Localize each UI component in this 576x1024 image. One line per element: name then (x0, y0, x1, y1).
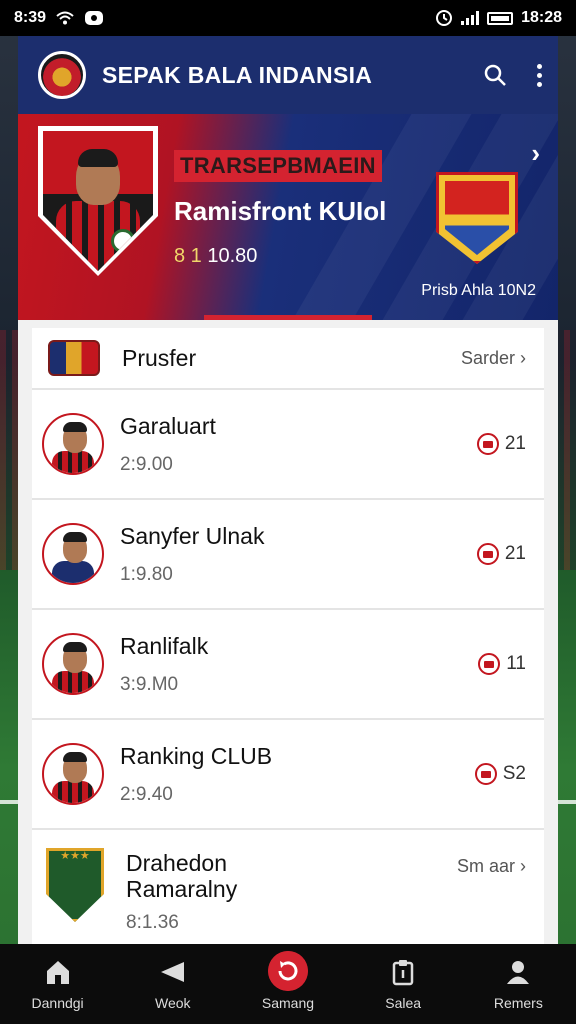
app-window: SEPAK BALA INDANSIA TRARSEPBMAEIN Ramisf… (18, 36, 558, 944)
player-meta: 3:9.M0 (120, 673, 179, 695)
signal-icon (461, 11, 480, 25)
avatar (42, 633, 104, 695)
status-time: 8:39 (14, 9, 47, 26)
nav-item-profile[interactable]: Remers (468, 957, 568, 1011)
list-item[interactable]: Sanyfer Ulnak 1:9.80 21 (32, 500, 544, 610)
search-icon[interactable] (483, 63, 507, 87)
avatar (42, 523, 104, 585)
list-header-action[interactable]: Sarder › (461, 348, 526, 369)
player-name: Ranlifalk (120, 632, 209, 659)
refresh-icon (267, 951, 308, 991)
list-item[interactable]: Ranlifalk 3:9.M0 11 (32, 610, 544, 720)
notification-icon (85, 11, 104, 25)
rank-icon (478, 653, 501, 675)
list-header-item[interactable]: Prusfer Sarder › (32, 328, 544, 390)
player-meta: 2:9.00 (120, 453, 173, 475)
avatar (42, 413, 104, 475)
club-badge-icon (48, 340, 100, 376)
status-bar: 8:39 18:28 (0, 0, 576, 36)
club-action[interactable]: Sm aar › (457, 856, 526, 877)
banner-player-name: Ramisfront KUIol (174, 196, 387, 226)
player-meta: 2:9.40 (120, 783, 173, 805)
player-rank: 21 (504, 543, 526, 564)
person-icon (507, 961, 530, 984)
club-meta: 8:1.36 (126, 912, 179, 933)
nav-item-salea[interactable]: Salea (353, 957, 453, 1011)
club-name-line2: Ramaralny (126, 876, 238, 902)
megaphone-icon (160, 962, 184, 982)
player-list: Prusfer Sarder › Garaluart 2:9.00 21 San… (18, 320, 558, 944)
chevron-right-icon[interactable]: › (531, 138, 540, 169)
banner-caption: Prisb Ahla 10N2 (421, 282, 536, 299)
status-time-right: 18:28 (521, 9, 562, 26)
rank-icon (476, 543, 499, 565)
transfer-banner[interactable]: TRARSEPBMAEIN Ramisfront KUIol 8 1 10.80… (18, 114, 558, 320)
list-item[interactable]: Garaluart 2:9.00 21 (32, 390, 544, 500)
list-item[interactable]: Ranking CLUB 2:9.40 S2 (32, 720, 544, 830)
player-name: Sanyfer Ulnak (120, 522, 265, 549)
player-name: Garaluart (120, 412, 216, 439)
player-name: Ranking CLUB (120, 742, 273, 769)
list-header-title: Prusfer (122, 344, 197, 371)
more-vertical-icon[interactable] (537, 63, 542, 87)
player-rank: S2 (502, 763, 526, 784)
banner-indicator (204, 315, 372, 320)
app-title: SEPAK BALA INDANSIA (102, 61, 373, 88)
nav-item-home[interactable]: Danndgi (8, 957, 108, 1011)
app-logo[interactable] (38, 51, 86, 99)
club-list-item[interactable]: ★★★ Drahedon Ramaralny 8:1.36 Sm aar › (32, 830, 544, 944)
clipboard-icon (392, 960, 414, 986)
player-rank: 21 (504, 433, 526, 454)
nav-item-news[interactable]: Weok (123, 957, 223, 1011)
player-meta: 1:9.80 (120, 563, 173, 585)
wifi-icon (56, 11, 74, 25)
battery-icon (487, 11, 514, 25)
rank-icon (476, 433, 499, 455)
avatar (42, 743, 104, 805)
alarm-icon (436, 10, 453, 26)
club-name-line1: Drahedon (126, 850, 228, 876)
nav-item-samang[interactable]: Samang (238, 951, 338, 1011)
rank-icon (474, 763, 497, 785)
bottom-navigation: Danndgi Weok Samang Salea Remers (0, 944, 576, 1024)
banner-value: 8 1 10.80 (174, 245, 258, 267)
club-crest-icon: ★★★ (46, 848, 104, 922)
home-icon (46, 961, 69, 984)
player-shield-image (38, 126, 158, 276)
app-header: SEPAK BALA INDANSIA (18, 36, 558, 114)
banner-tag: TRARSEPBMAEIN (174, 150, 382, 182)
player-rank: 11 (506, 653, 526, 674)
